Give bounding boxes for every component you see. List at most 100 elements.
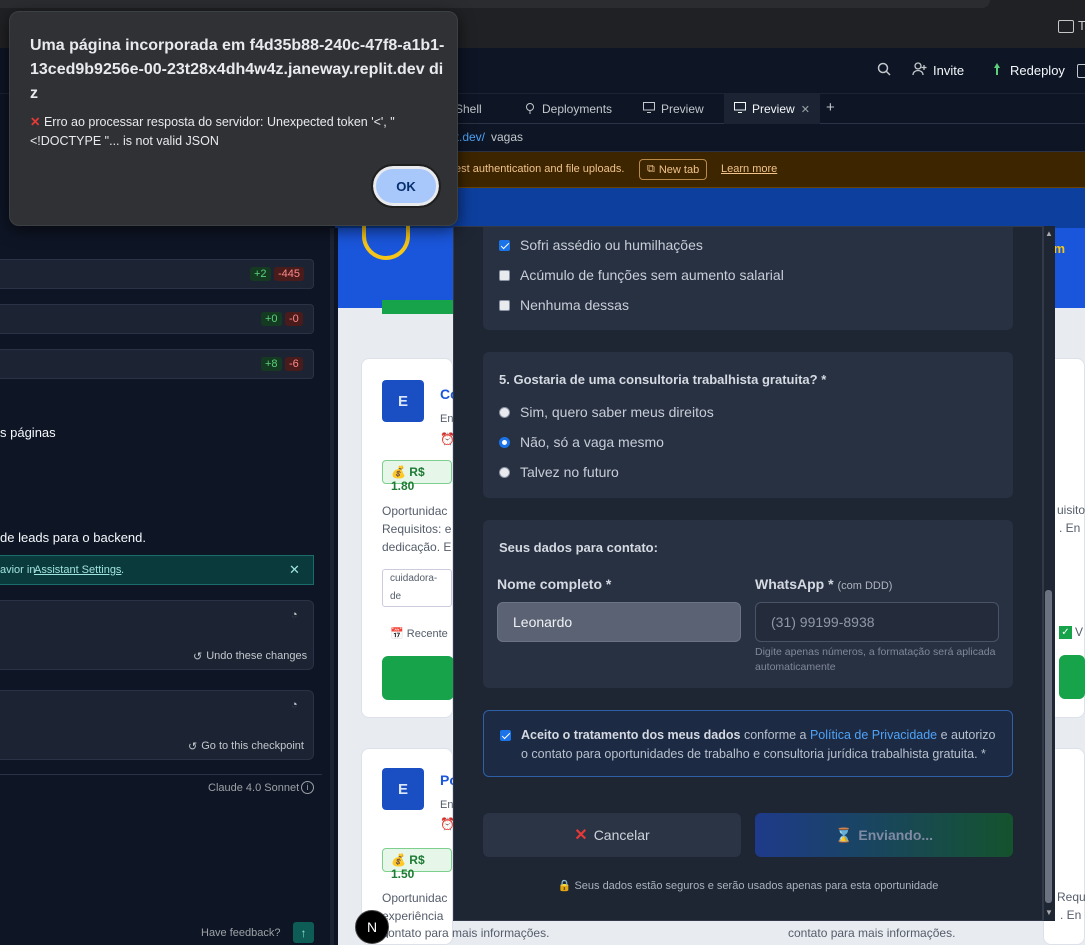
radio-button[interactable] [499,466,510,478]
layout-icon[interactable] [1077,64,1085,78]
checkpoint-button[interactable]: ↺ Go to this checkpoint [188,740,304,753]
checkbox[interactable] [499,239,510,251]
security-note-text: Seus dados estão seguros e serão usados … [574,880,939,892]
search-icon[interactable] [877,62,891,76]
dialog-message-text: Erro ao processar resposta do servidor: … [30,115,395,148]
close-icon[interactable]: ✕ [289,562,300,578]
assistant-settings-link[interactable]: Assistant Settings [34,564,121,576]
consent-text: Aceito o tratamento dos meus dados confo… [521,726,1001,764]
bookmark-label[interactable]: T [1078,18,1085,33]
whatsapp-hint: automaticamente [755,661,836,673]
consent-checkbox[interactable] [500,730,511,741]
checkpoint-label: Go to this checkpoint [201,740,304,752]
gauge-icon: ◔ [291,609,298,621]
new-tab-label: New tab [658,163,700,176]
submit-button[interactable]: ⌛ Enviando... [755,813,1013,857]
checkbox[interactable] [499,299,510,311]
option-talvez[interactable]: Talvez no futuro [499,464,619,480]
undo-button[interactable]: ↺ Undo these changes [193,650,307,663]
close-icon: ✕ [574,827,588,844]
option-label: Nenhuma dessas [520,297,629,313]
whatsapp-label-text: WhatsApp * [755,576,834,592]
cancel-label: Cancelar [593,827,650,843]
job-description: . En [1060,908,1082,922]
info-suffix: . [121,564,125,576]
ok-button[interactable]: OK [371,164,441,208]
calendar-icon: 📅 [390,628,407,640]
privacy-policy-link[interactable]: Política de Privacidade [810,728,937,742]
job-description: contato para mais informações. [382,926,550,940]
option-label: Sofri assédio ou humilhações [520,237,703,253]
undo-icon: ↺ [193,651,203,663]
tab-preview-active[interactable]: Preview ✕ [724,94,820,124]
logo-shield-icon [362,224,410,260]
consent-rest: e autorizo [937,728,996,742]
feedback-label[interactable]: Have feedback? [201,927,281,939]
monitor-icon [734,102,746,116]
name-input[interactable]: Leonardo [497,602,741,642]
radio-button[interactable] [499,406,510,418]
warning-text: est authentication and file uploads. [455,163,625,175]
browser-tab-strip [0,0,990,8]
external-link-icon: ⧉ [647,163,655,175]
job-description: Oportunidac [382,504,448,518]
folder-icon[interactable] [1058,20,1074,33]
recent-text: Recente [406,628,448,640]
option-label: Não, só a vaga mesmo [520,434,664,450]
scroll-up-icon[interactable]: ▲ [1045,229,1053,238]
lines-removed: -6 [285,357,303,371]
checkbox[interactable] [499,269,510,281]
salary-badge: 💰 R$ 1.50 [382,848,452,881]
option-sim[interactable]: Sim, quero saber meus direitos [499,404,714,420]
company-logo: E [382,380,424,422]
redeploy-button[interactable]: Redeploy [990,62,1065,79]
monitor-icon [643,102,655,116]
chat-input[interactable] [0,802,322,945]
option-label: Talvez no futuro [520,464,619,480]
send-arrow-icon[interactable]: ↑ [293,922,314,943]
option-acumulo[interactable]: Acúmulo de funções sem aumento salarial [499,267,784,283]
add-tab-icon[interactable]: + [826,99,835,116]
invite-button[interactable]: Invite [912,62,964,79]
option-label: Acúmulo de funções sem aumento salarial [520,267,784,283]
scrollbar-thumb[interactable] [1045,590,1052,903]
tab-deployments[interactable]: Deployments [514,94,622,124]
application-modal: Sofri assédio ou humilhações Acúmulo de … [453,226,1043,921]
company-logo: E [382,768,424,810]
job-description: contato para mais informações. [788,926,956,940]
file-diff-row[interactable]: +0 -0 [0,304,314,334]
deploy-icon [524,102,536,117]
job-description: dedicação. E [382,540,452,554]
info-icon[interactable]: i [301,781,314,794]
checkpoint-card: ◔ ↺ Go to this checkpoint [0,690,314,760]
lock-icon: 🔒 [557,880,572,892]
option-nenhuma[interactable]: Nenhuma dessas [499,297,629,313]
job-card: E Co En ⏰ 💰 R$ 1.80 Oportunidac Requisit… [361,358,459,718]
tab-preview[interactable]: Preview [633,94,714,124]
deploy-icon [990,62,1004,79]
learn-more-link[interactable]: Learn more [721,163,777,175]
option-assedio[interactable]: Sofri assédio ou humilhações [499,237,703,253]
consent-rest: o contato para oportunidades de trabalho… [521,747,986,761]
apply-button[interactable] [1059,655,1085,699]
option-nao[interactable]: Não, só a vaga mesmo [499,434,664,450]
new-tab-button[interactable]: ⧉ New tab [639,159,708,180]
model-selector[interactable]: Claude 4.0 Sonnet i [0,774,322,802]
scroll-down-icon[interactable]: ▼ [1045,908,1053,917]
verified-label: V [1075,625,1084,639]
check-icon: ✓ [1059,626,1072,639]
whatsapp-input[interactable]: (31) 99199-8938 [755,602,999,642]
apply-button[interactable] [382,656,454,700]
gauge-icon: ◔ [291,699,298,711]
radio-button[interactable] [499,436,510,448]
file-diff-row[interactable]: +2 -445 [0,259,314,289]
info-prefix: avior in [0,564,36,576]
file-diff-row[interactable]: +8 -6 [0,349,314,379]
job-description: Requi [1057,890,1085,904]
cancel-button[interactable]: ✕ Cancelar [483,813,741,857]
close-icon[interactable]: ✕ [801,103,810,116]
tab-label: Preview [752,102,795,116]
nav-avatar[interactable]: N [355,910,389,944]
question-5-section: 5. Gostaria de uma consultoria trabalhis… [483,352,1013,498]
job-description: Oportunidac [382,891,448,905]
